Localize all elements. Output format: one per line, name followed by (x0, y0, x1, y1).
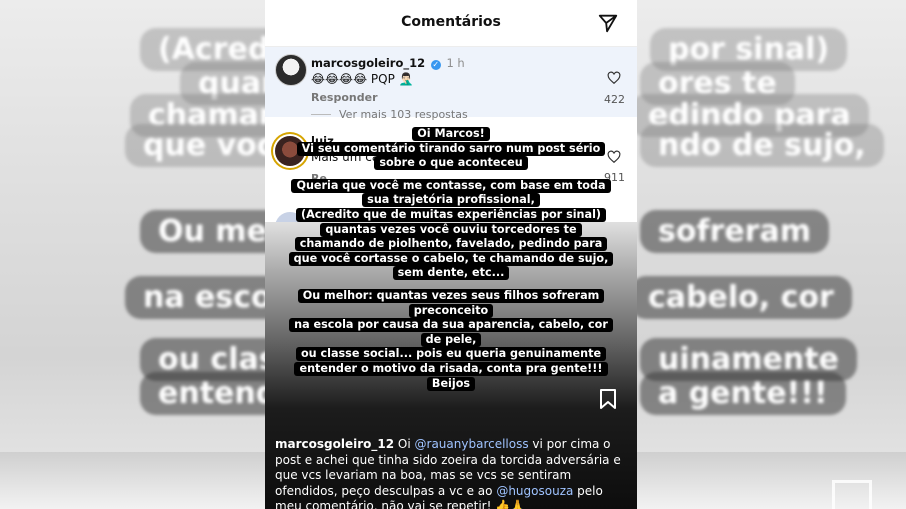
paper-plane-icon[interactable] (597, 12, 619, 34)
story-message: Oi Marcos! Vi seu comentário tirando sar… (265, 122, 637, 391)
avatar[interactable] (275, 54, 307, 86)
reply-comment: marcosgoleiro_12 Oi @rauanybarcelloss vi… (275, 437, 627, 509)
phone-screenshot: Comentários marcosgoleiro_12 ✓ 1 h 😂😂😂😂 … (265, 0, 637, 509)
page-title: Comentários (401, 14, 501, 30)
comment-item: marcosgoleiro_12 ✓ 1 h 😂😂😂😂 PQP 🤦🏻‍♂️ Re… (265, 47, 637, 117)
reply-text: Oi (394, 437, 415, 451)
bg-text-fragment: sofreram (640, 210, 829, 253)
reply-username[interactable]: marcosgoleiro_12 (275, 437, 394, 451)
heart-icon[interactable] (607, 71, 621, 85)
comment-username[interactable]: marcosgoleiro_12 (311, 56, 425, 70)
bg-text-fragment: cabelo, cor (630, 276, 852, 319)
message-line: Beijos (426, 376, 476, 391)
bookmark-icon (832, 480, 872, 509)
mention-link[interactable]: @hugosouza (496, 484, 573, 498)
comment-header: marcosgoleiro_12 ✓ 1 h (311, 56, 465, 70)
message-line: sobre o que aconteceu (374, 156, 528, 171)
reply-button[interactable]: Responder (311, 91, 378, 104)
mention-link[interactable]: @rauanybarcelloss (415, 437, 529, 451)
bg-text-fragment: ndo de sujo, (640, 124, 884, 167)
view-replies-link[interactable]: Ver mais 103 respostas (311, 108, 468, 121)
message-line: sem dente, etc... (392, 266, 510, 281)
comments-header: Comentários (265, 0, 637, 47)
comment-text: 😂😂😂😂 PQP 🤦🏻‍♂️ (311, 72, 414, 86)
comment-time: 1 h (446, 56, 465, 70)
bookmark-icon[interactable] (599, 388, 617, 410)
verified-badge-icon: ✓ (430, 60, 441, 70)
like-count: 422 (604, 93, 625, 106)
bg-text-fragment: a gente!!! (640, 372, 846, 415)
